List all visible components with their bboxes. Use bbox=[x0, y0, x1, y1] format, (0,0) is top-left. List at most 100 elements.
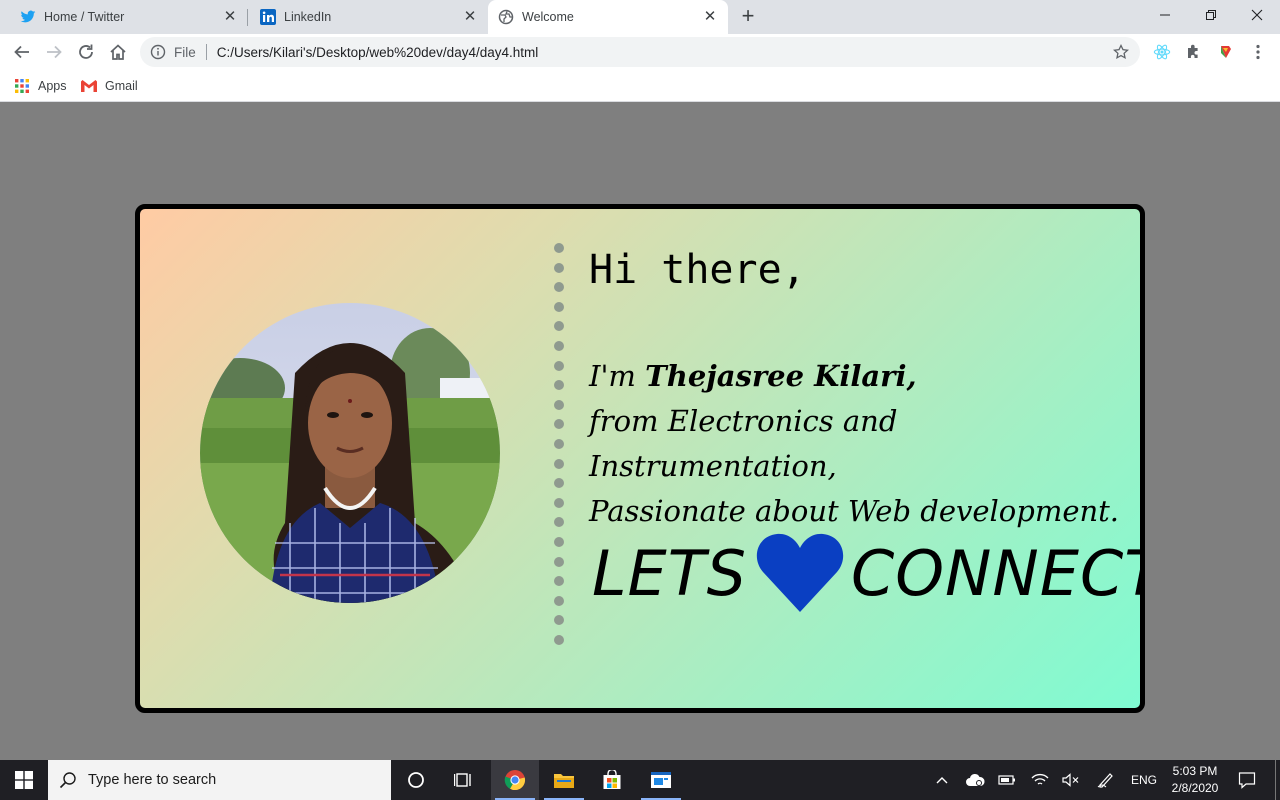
tab-strip: Home / Twitter ✕ LinkedIn ✕ Welcome ✕ + bbox=[0, 0, 1280, 34]
chevron-up-icon bbox=[936, 777, 948, 784]
back-button[interactable] bbox=[8, 38, 36, 66]
dotted-divider bbox=[554, 243, 566, 653]
start-button[interactable] bbox=[0, 760, 48, 800]
taskbar-file-explorer[interactable] bbox=[540, 760, 588, 800]
close-window-button[interactable] bbox=[1234, 0, 1280, 30]
close-icon bbox=[1251, 9, 1263, 21]
apps-grid-icon bbox=[14, 78, 30, 94]
taskbar-store[interactable] bbox=[588, 760, 636, 800]
show-desktop-button[interactable] bbox=[1275, 760, 1276, 800]
reload-icon bbox=[79, 44, 93, 59]
forward-button[interactable] bbox=[40, 38, 68, 66]
react-icon bbox=[1153, 44, 1171, 60]
connect-right-text: CONNECT bbox=[850, 536, 1145, 610]
bookmark-star-icon[interactable] bbox=[1112, 43, 1130, 61]
linkedin-icon bbox=[260, 9, 276, 25]
twitter-icon bbox=[20, 9, 36, 25]
search-icon bbox=[48, 760, 88, 800]
bookmark-label: Gmail bbox=[105, 79, 138, 93]
restore-icon bbox=[1206, 10, 1216, 20]
taskbar-search-box[interactable]: Type here to search bbox=[48, 760, 391, 800]
address-separator bbox=[205, 44, 207, 60]
kebab-menu-icon bbox=[1256, 44, 1260, 60]
profile-photo bbox=[200, 303, 500, 603]
close-tab-icon[interactable]: ✕ bbox=[462, 9, 478, 25]
taskbar-app[interactable] bbox=[637, 760, 685, 800]
network-tray[interactable] bbox=[1026, 760, 1054, 800]
restore-button[interactable] bbox=[1188, 0, 1234, 30]
globe-icon bbox=[498, 9, 514, 25]
gmail-icon bbox=[81, 78, 97, 94]
windows-taskbar: Type here to search ENG 5:03 PM 2/8/2020 bbox=[0, 760, 1280, 800]
tab-label: Home / Twitter bbox=[44, 10, 125, 24]
notification-icon bbox=[1238, 772, 1256, 789]
tab-label: LinkedIn bbox=[284, 10, 332, 24]
tab-welcome[interactable]: Welcome ✕ bbox=[488, 0, 728, 34]
task-view-button[interactable] bbox=[440, 760, 488, 800]
tab-linkedin[interactable]: LinkedIn ✕ bbox=[248, 0, 488, 34]
intro-text: I'm Thejasree Kilari, from Electronics a… bbox=[589, 354, 1140, 534]
intro-line-1: I'm Thejasree Kilari, bbox=[589, 354, 1140, 399]
window-app-icon bbox=[651, 772, 671, 788]
page-viewport: Hi there, I'm Thejasree Kilari, from Ele… bbox=[0, 103, 1280, 760]
wifi-icon bbox=[1031, 773, 1049, 785]
back-arrow-icon bbox=[14, 45, 29, 59]
bookmark-label: Apps bbox=[38, 79, 67, 93]
profile-extension[interactable] bbox=[1212, 38, 1240, 66]
heart-icon[interactable] bbox=[755, 532, 845, 614]
action-center-button[interactable] bbox=[1232, 760, 1262, 800]
chrome-icon bbox=[504, 770, 526, 791]
taskbar-clock[interactable]: 5:03 PM 2/8/2020 bbox=[1160, 763, 1230, 797]
info-icon[interactable] bbox=[150, 44, 166, 60]
clock-date: 2/8/2020 bbox=[1171, 781, 1219, 795]
volume-tray[interactable] bbox=[1058, 760, 1084, 800]
url-text[interactable]: C:/Users/Kilari's/Desktop/web%20dev/day4… bbox=[217, 45, 1112, 60]
home-button[interactable] bbox=[104, 38, 132, 66]
intro-line-2: from Electronics and Instrumentation, bbox=[589, 404, 898, 483]
tab-label: Welcome bbox=[522, 10, 574, 24]
onedrive-tray[interactable] bbox=[962, 760, 988, 800]
taskbar-chrome[interactable] bbox=[491, 760, 539, 800]
colorful-extension-icon bbox=[1221, 46, 1231, 58]
intro-line-3: Passionate about Web development. bbox=[589, 494, 1120, 528]
minimize-button[interactable] bbox=[1142, 0, 1188, 30]
tab-twitter[interactable]: Home / Twitter ✕ bbox=[0, 0, 248, 34]
new-tab-button[interactable]: + bbox=[736, 5, 760, 29]
address-bar[interactable]: File C:/Users/Kilari's/Desktop/web%20dev… bbox=[140, 37, 1140, 67]
extensions-button[interactable] bbox=[1180, 38, 1208, 66]
intro-prefix: I'm bbox=[589, 359, 646, 393]
puzzle-icon bbox=[1188, 44, 1198, 58]
folder-icon bbox=[554, 774, 574, 788]
cloud-icon bbox=[966, 773, 985, 786]
react-devtools-extension[interactable] bbox=[1148, 38, 1176, 66]
bookmarks-bar: Apps Gmail bbox=[0, 70, 1280, 102]
input-language[interactable]: ENG bbox=[1128, 760, 1160, 800]
pen-icon bbox=[1097, 773, 1113, 788]
reload-button[interactable] bbox=[72, 38, 100, 66]
intro-name: Thejasree Kilari, bbox=[645, 359, 917, 393]
pen-workspace-tray[interactable] bbox=[1092, 760, 1120, 800]
show-hidden-icons[interactable] bbox=[930, 760, 954, 800]
search-placeholder: Type here to search bbox=[88, 772, 217, 788]
cortana-button[interactable] bbox=[392, 760, 440, 800]
scheme-label: File bbox=[174, 44, 196, 60]
battery-tray[interactable] bbox=[994, 760, 1020, 800]
clock-time: 5:03 PM bbox=[1172, 764, 1218, 778]
store-bag-icon bbox=[603, 770, 621, 789]
close-tab-icon[interactable]: ✕ bbox=[222, 9, 238, 25]
browser-menu-button[interactable] bbox=[1244, 38, 1272, 66]
bookmark-gmail[interactable]: Gmail bbox=[81, 76, 138, 96]
windows-logo-icon bbox=[15, 771, 33, 789]
minimize-icon bbox=[1160, 14, 1170, 16]
close-tab-icon[interactable]: ✕ bbox=[702, 9, 718, 25]
task-view-icon bbox=[454, 773, 471, 787]
bookmark-apps[interactable]: Apps bbox=[14, 76, 67, 96]
browser-toolbar: File C:/Users/Kilari's/Desktop/web%20dev… bbox=[0, 34, 1280, 70]
battery-icon bbox=[998, 775, 1015, 785]
home-icon bbox=[110, 44, 126, 60]
muted-speaker-icon bbox=[1062, 773, 1079, 787]
lets-connect: LETS CONNECT bbox=[592, 532, 1145, 614]
intro-card: Hi there, I'm Thejasree Kilari, from Ele… bbox=[135, 204, 1145, 713]
cortana-icon bbox=[408, 772, 424, 788]
connect-left-text: LETS bbox=[592, 536, 747, 610]
